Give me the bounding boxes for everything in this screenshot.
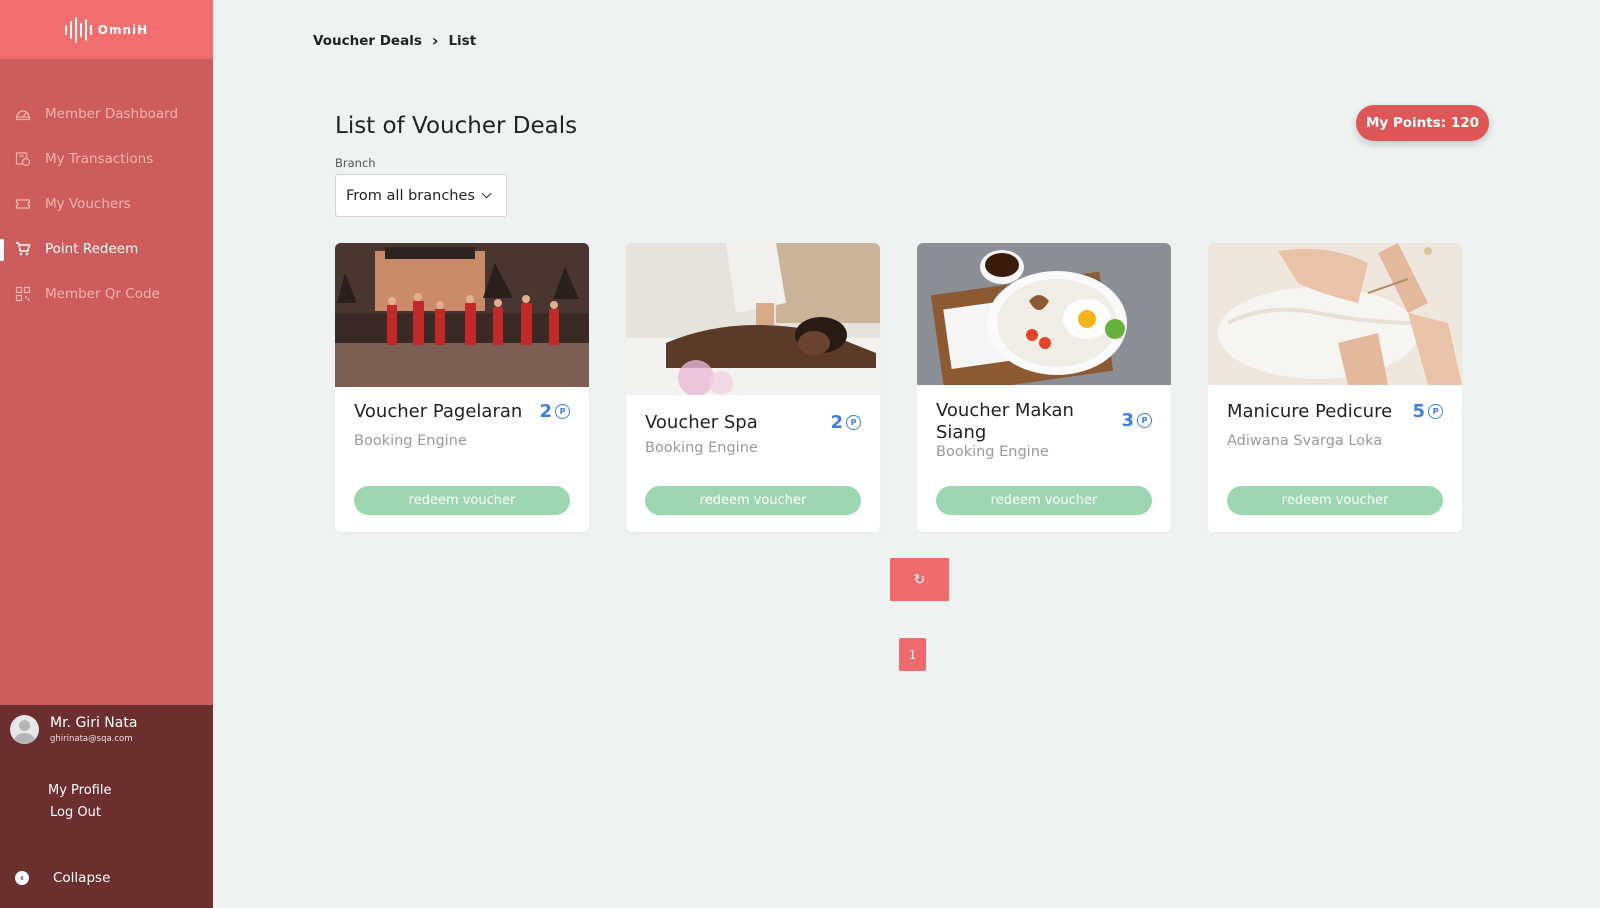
refresh-button[interactable]: ↻ (890, 558, 949, 601)
points-icon: P (555, 404, 570, 419)
voucher-points: 5 P (1412, 401, 1443, 422)
sidebar: OmniH Member Dashboard My Transactions M… (0, 0, 213, 908)
voucher-points-value: 2 (830, 412, 843, 433)
sidebar-item-label: My Vouchers (45, 195, 131, 212)
chevron-down-icon (481, 188, 492, 199)
logo-icon (64, 16, 92, 43)
voucher-image-spa (626, 243, 880, 395)
voucher-points: 2 P (830, 412, 861, 433)
sidebar-item-my-transactions[interactable]: My Transactions (0, 136, 213, 181)
qr-code-icon (15, 286, 31, 302)
redeem-voucher-button[interactable]: redeem voucher (1227, 486, 1443, 515)
voucher-title: Voucher Pagelaran (354, 401, 523, 422)
voucher-card[interactable]: Voucher Spa 2 P Booking Engine redeem vo… (626, 243, 880, 532)
points-icon: P (846, 415, 861, 430)
voucher-image-dance (335, 243, 589, 387)
logout-link[interactable]: Log Out (48, 802, 213, 824)
redeem-voucher-button[interactable]: redeem voucher (645, 486, 861, 515)
page-title: List of Voucher Deals (335, 113, 578, 139)
voucher-card[interactable]: Voucher Pagelaran 2 P Booking Engine red… (335, 243, 589, 532)
avatar[interactable] (10, 715, 39, 744)
logo[interactable]: OmniH (0, 0, 213, 59)
voucher-image-manicure (1208, 243, 1462, 385)
voucher-title: Voucher Spa (645, 412, 758, 433)
breadcrumb: Voucher Deals › List (313, 31, 476, 50)
voucher-icon (15, 196, 31, 212)
branch-select-value: From all branches (346, 187, 475, 204)
voucher-points: 3 P (1121, 410, 1152, 431)
voucher-points: 2 P (539, 401, 570, 422)
sidebar-item-label: Member Dashboard (45, 105, 179, 122)
voucher-points-value: 5 (1412, 401, 1425, 422)
user-name: Mr. Giri Nata (50, 715, 138, 731)
sidebar-item-label: Point Redeem (45, 240, 139, 257)
chevron-right-icon: › (431, 31, 439, 50)
voucher-subtitle: Booking Engine (354, 433, 467, 449)
sidebar-nav: Member Dashboard My Transactions My Vouc… (0, 91, 213, 316)
sidebar-item-point-redeem[interactable]: Point Redeem (0, 226, 213, 271)
cart-icon (15, 241, 31, 257)
breadcrumb-current: List (448, 32, 477, 49)
sidebar-item-member-dashboard[interactable]: Member Dashboard (0, 91, 213, 136)
pagination-page-1[interactable]: 1 (899, 638, 926, 671)
user-email: ghirinata@sqa.com (50, 734, 133, 744)
voucher-card[interactable]: Voucher Makan Siang 3 P Booking Engine r… (917, 243, 1171, 532)
chevron-left-icon: ‹ (15, 871, 29, 885)
voucher-title: Manicure Pedicure (1227, 401, 1393, 422)
breadcrumb-parent[interactable]: Voucher Deals (313, 33, 422, 49)
voucher-image-lunch (917, 243, 1171, 385)
points-icon: P (1137, 413, 1152, 428)
points-icon: P (1428, 404, 1443, 419)
user-panel: Mr. Giri Nata ghirinata@sqa.com My Profi… (0, 705, 213, 908)
voucher-list: Voucher Pagelaran 2 P Booking Engine red… (335, 243, 1462, 532)
my-profile-link[interactable]: My Profile (48, 780, 213, 802)
my-points-badge[interactable]: My Points: 120 (1356, 105, 1489, 141)
voucher-points-value: 2 (539, 401, 552, 422)
collapse-button[interactable]: ‹ Collapse (15, 870, 110, 886)
voucher-card[interactable]: Manicure Pedicure 5 P Adiwana Svarga Lok… (1208, 243, 1462, 532)
sidebar-item-member-qr-code[interactable]: Member Qr Code (0, 271, 213, 316)
voucher-subtitle: Booking Engine (936, 444, 1049, 460)
redeem-voucher-button[interactable]: redeem voucher (354, 486, 570, 515)
sidebar-item-my-vouchers[interactable]: My Vouchers (0, 181, 213, 226)
voucher-subtitle: Adiwana Svarga Loka (1227, 433, 1383, 449)
sidebar-item-label: My Transactions (45, 150, 154, 167)
voucher-title: Voucher Makan Siang (936, 400, 1074, 443)
branch-select[interactable]: From all branches (335, 174, 507, 217)
refresh-icon: ↻ (913, 571, 926, 588)
redeem-voucher-button[interactable]: redeem voucher (936, 486, 1152, 515)
transactions-icon (15, 151, 31, 167)
sidebar-item-label: Member Qr Code (45, 285, 160, 302)
dashboard-icon (15, 106, 31, 122)
logo-text: OmniH (97, 22, 149, 37)
collapse-label: Collapse (53, 870, 111, 886)
branch-label: Branch (335, 156, 376, 170)
voucher-points-value: 3 (1121, 410, 1134, 431)
voucher-subtitle: Booking Engine (645, 440, 758, 456)
